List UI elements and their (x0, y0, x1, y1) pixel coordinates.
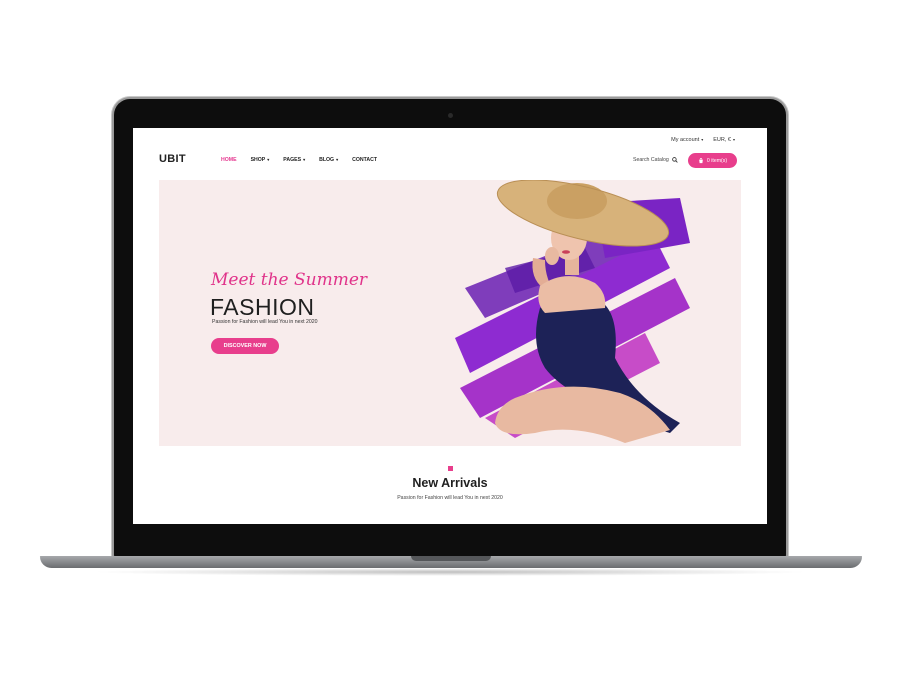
website-screen: My account ▾ EUR, € ▾ UBIT HOME SHOP ▾ PAGE… (133, 128, 767, 524)
nav-contact[interactable]: CONTACT (352, 157, 377, 163)
nav-contact-label: CONTACT (352, 157, 378, 163)
nav-home-label: HOME (221, 157, 237, 163)
hero-title: FASHION (210, 294, 315, 320)
section-subtitle: Passion for Fashion will lead You in nex… (397, 495, 503, 501)
cart-button[interactable]: 0 item(s) (688, 153, 737, 168)
laptop-notch (411, 556, 491, 561)
chevron-down-icon: ▾ (303, 157, 306, 162)
nav-pages[interactable]: PAGES ▾ (283, 157, 305, 163)
currency-selector[interactable]: EUR, € ▾ (713, 137, 735, 143)
account-menu[interactable]: My account ▾ (671, 137, 703, 143)
main-nav: HOME SHOP ▾ PAGES ▾ BLOG ▾ CONTACT (221, 157, 377, 163)
hero-banner: Meet the Summer FASHION Passion for Fash… (159, 180, 741, 446)
chevron-down-icon: ▾ (267, 157, 270, 162)
cart-label: 0 item(s) (706, 157, 728, 164)
caret-down-icon: ▾ (732, 137, 735, 142)
chevron-down-icon: ▾ (336, 157, 339, 162)
laptop-shadow (90, 568, 810, 576)
search-label: Search Catalog (633, 157, 669, 163)
currency-label: EUR, € (713, 137, 731, 143)
nav-shop[interactable]: SHOP ▾ (251, 157, 270, 163)
nav-blog[interactable]: BLOG ▾ (319, 157, 338, 163)
nav-blog-label: BLOG (319, 157, 335, 163)
caret-down-icon: ▾ (701, 137, 704, 142)
hero-script-title: Meet the Summer (211, 270, 368, 290)
site-logo[interactable]: UBIT (159, 153, 186, 165)
search-catalog[interactable]: Search Catalog (633, 157, 678, 163)
nav-pages-label: PAGES (283, 157, 302, 163)
webcam (448, 113, 453, 118)
new-arrivals-section: New Arrivals Passion for Fashion will le… (133, 466, 767, 501)
nav-shop-label: SHOP (250, 157, 266, 163)
laptop-base (40, 556, 862, 568)
discover-now-button[interactable]: DISCOVER NOW (211, 338, 279, 354)
hero-subtitle: Passion for Fashion will lead You in nex… (212, 319, 318, 325)
section-title: New Arrivals (412, 476, 488, 490)
section-accent-dot (447, 466, 453, 471)
search-icon (671, 157, 678, 163)
site-header: UBIT HOME SHOP ▾ PAGES ▾ BLOG ▾ CONTACT Sea… (133, 153, 767, 171)
nav-home[interactable]: HOME (221, 157, 237, 163)
top-bar: My account ▾ EUR, € ▾ (671, 137, 735, 143)
cart-icon (699, 157, 703, 163)
hero-model-image (455, 180, 690, 443)
account-label: My account (671, 137, 700, 143)
